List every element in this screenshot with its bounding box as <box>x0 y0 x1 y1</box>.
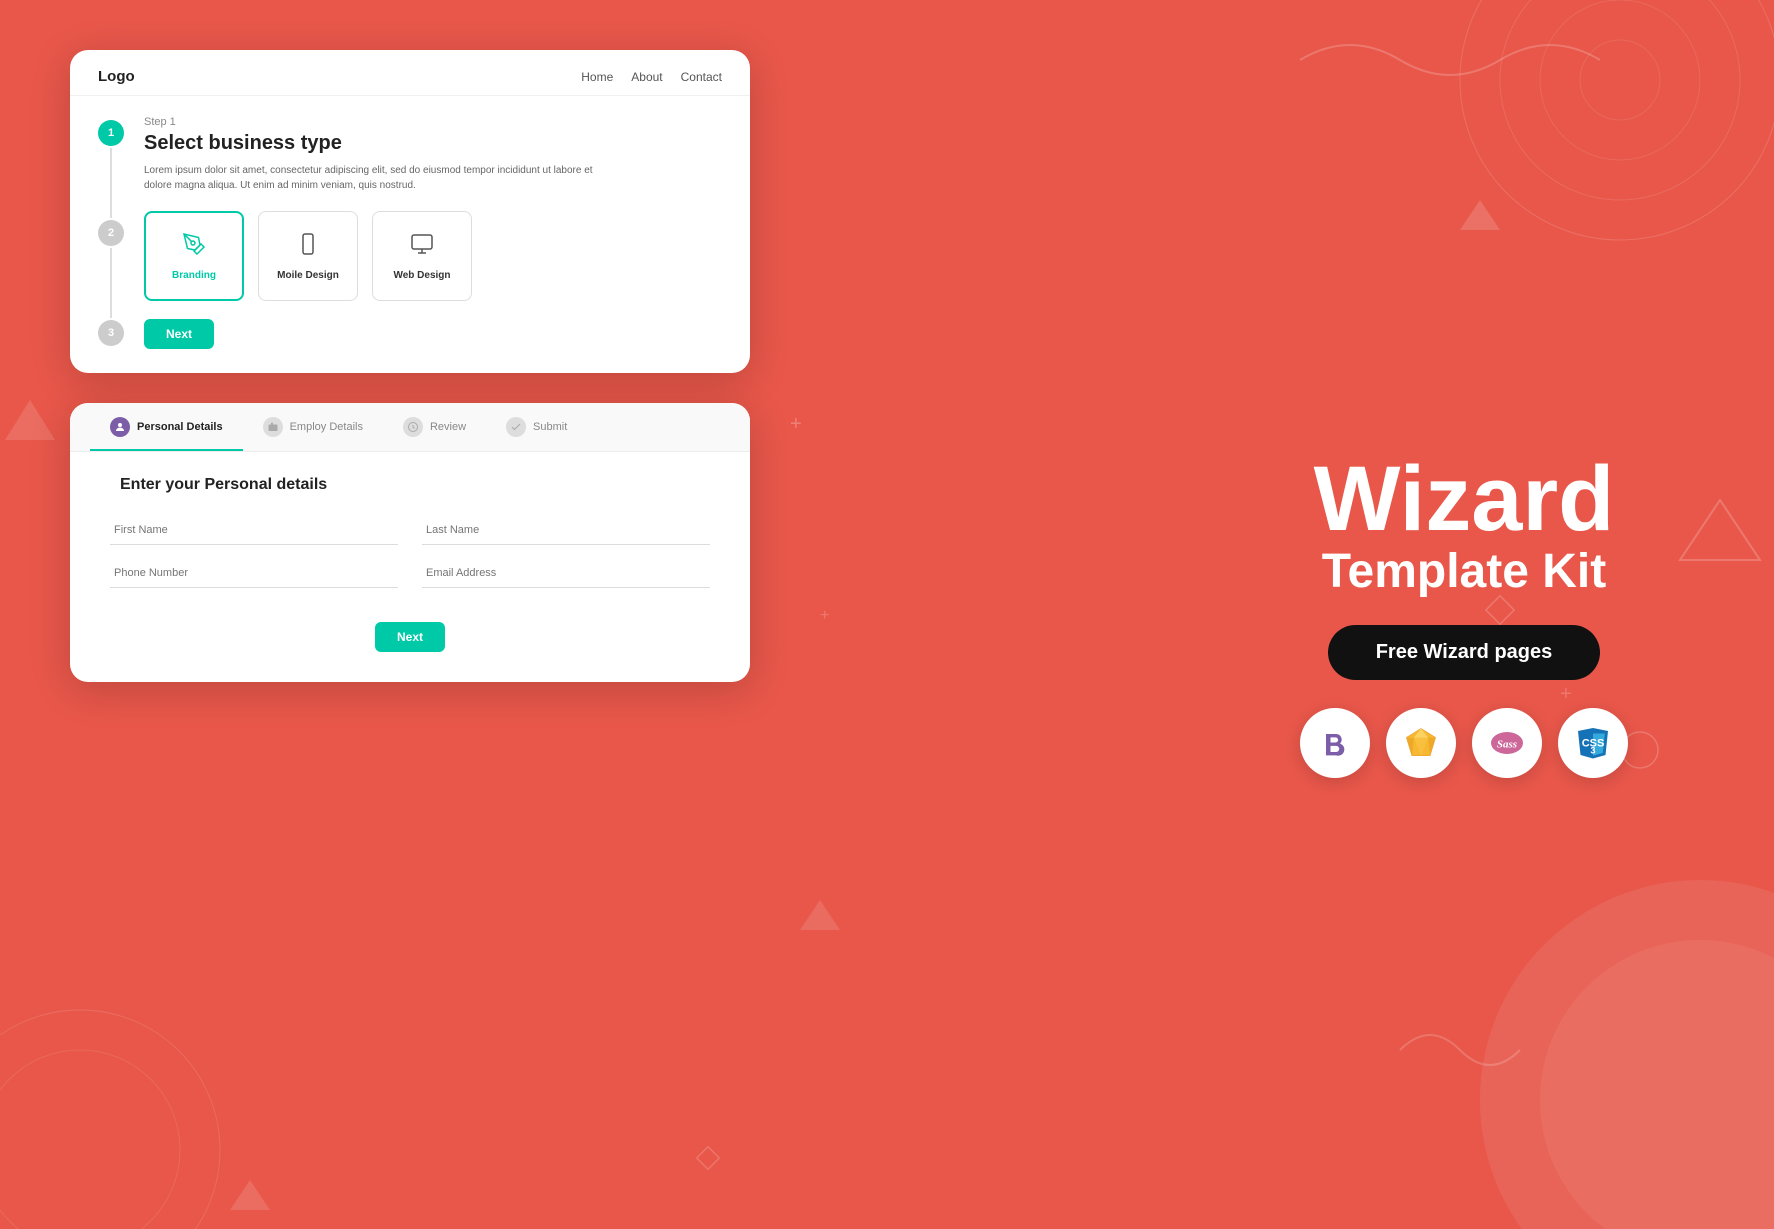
biz-card-branding-label: Branding <box>172 270 216 281</box>
card1-nav: Home About Contact <box>581 70 722 84</box>
submit-tab-icon <box>506 417 526 437</box>
step-1-circle: 1 <box>98 120 124 146</box>
main-title: Wizard Template Kit <box>1314 451 1615 598</box>
css3-icon: CSS 3 <box>1558 708 1628 778</box>
step-title: Select business type <box>144 132 722 155</box>
form-row-1 <box>110 516 710 545</box>
biz-card-web-label: Web Design <box>393 270 450 281</box>
biz-card-branding[interactable]: Branding <box>144 211 244 301</box>
form-tabs: Personal Details Employ Details Review <box>70 403 750 452</box>
card1-next-button[interactable]: Next <box>144 319 214 349</box>
svg-text:Sass: Sass <box>1497 739 1517 751</box>
tab-review[interactable]: Review <box>383 403 486 451</box>
right-panel: Wizard Template Kit Free Wizard pages <box>1254 0 1674 1229</box>
tab-submit[interactable]: Submit <box>486 403 587 451</box>
step-line-2 <box>110 248 112 318</box>
employ-details-tab-icon <box>263 417 283 437</box>
step-2-circle: 2 <box>98 220 124 246</box>
tab-personal-details[interactable]: Personal Details <box>90 403 243 451</box>
card1-content: Step 1 Select business type Lorem ipsum … <box>144 116 722 349</box>
biz-card-webdesign[interactable]: Web Design <box>372 211 472 301</box>
tab-personal-details-label: Personal Details <box>137 421 223 433</box>
review-tab-icon <box>403 417 423 437</box>
logo: Logo <box>98 68 135 85</box>
step-label: Step 1 <box>144 116 722 128</box>
tab-employ-details[interactable]: Employ Details <box>243 403 383 451</box>
nav-about[interactable]: About <box>631 70 662 84</box>
tab-review-label: Review <box>430 421 466 433</box>
last-name-input[interactable] <box>422 516 710 545</box>
sass-icon: Sass <box>1472 708 1542 778</box>
nav-home[interactable]: Home <box>581 70 613 84</box>
step-line-1 <box>110 148 112 218</box>
title-light: Template Kit <box>1314 547 1615 597</box>
card1-body: 1 2 3 Step 1 Select business type Lorem … <box>70 96 750 373</box>
svg-text:+: + <box>820 607 829 624</box>
card2-next-button[interactable]: Next <box>375 622 445 652</box>
mobile-design-icon <box>296 232 320 262</box>
svg-text:+: + <box>790 413 802 435</box>
card2-form: Personal Details Employ Details Review <box>70 403 750 682</box>
step-3-circle: 3 <box>98 320 124 346</box>
tech-icons-row: Sass CSS 3 <box>1300 708 1628 778</box>
form-row-2 <box>110 559 710 588</box>
biz-card-mobile[interactable]: Moile Design <box>258 211 358 301</box>
bootstrap-icon <box>1300 708 1370 778</box>
title-bold: Wizard <box>1314 451 1615 548</box>
step-description: Lorem ipsum dolor sit amet, consectetur … <box>144 163 594 193</box>
business-options: Branding Moile Design <box>144 211 722 301</box>
email-address-input[interactable] <box>422 559 710 588</box>
card1-header: Logo Home About Contact <box>70 50 750 96</box>
step-indicator: 1 2 3 <box>98 116 124 349</box>
form-body: Enter your Personal details Next <box>70 452 750 682</box>
form-next-row: Next <box>110 622 710 652</box>
left-panel: Logo Home About Contact 1 2 3 <box>70 50 750 682</box>
tab-submit-label: Submit <box>533 421 567 433</box>
branding-icon <box>182 232 206 262</box>
card1-wizard: Logo Home About Contact 1 2 3 <box>70 50 750 373</box>
biz-card-mobile-label: Moile Design <box>277 270 339 281</box>
form-title: Enter your Personal details <box>120 476 327 494</box>
sketch-icon <box>1386 708 1456 778</box>
free-badge[interactable]: Free Wizard pages <box>1328 625 1601 680</box>
phone-number-input[interactable] <box>110 559 398 588</box>
nav-contact[interactable]: Contact <box>681 70 722 84</box>
first-name-input[interactable] <box>110 516 398 545</box>
svg-text:3: 3 <box>1590 746 1595 756</box>
tab-employ-details-label: Employ Details <box>290 421 363 433</box>
personal-details-tab-icon <box>110 417 130 437</box>
web-design-icon <box>410 232 434 262</box>
